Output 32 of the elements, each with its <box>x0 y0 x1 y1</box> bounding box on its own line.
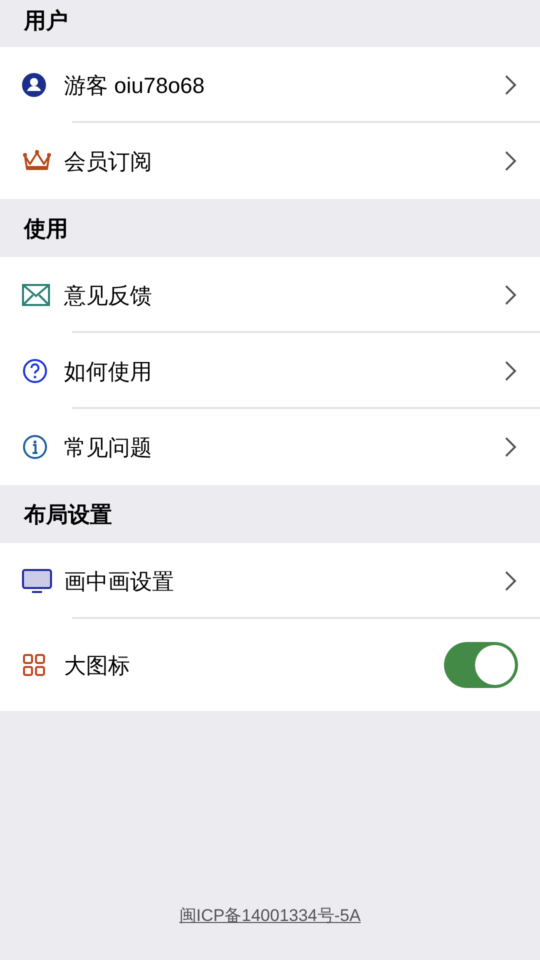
row-label: 如何使用 <box>64 358 153 386</box>
row-label: 画中画设置 <box>64 568 175 596</box>
section-header: 使用 <box>24 214 68 242</box>
chevron-right-icon <box>504 436 518 458</box>
settings-row[interactable]: 会员订阅 <box>0 123 540 199</box>
user-icon <box>22 73 46 97</box>
toggle-switch[interactable] <box>444 642 518 688</box>
chevron-right-icon <box>504 284 518 306</box>
chevron-right-icon <box>504 74 518 96</box>
row-label: 常见问题 <box>64 434 153 462</box>
question-icon <box>22 358 48 384</box>
settings-row[interactable]: 如何使用 <box>0 333 540 409</box>
chevron-right-icon <box>504 150 518 172</box>
icp-link[interactable]: 闽ICP备14001334号-5A <box>179 903 361 928</box>
row-label: 意见反馈 <box>64 282 153 310</box>
settings-row[interactable]: 常见问题 <box>0 409 540 485</box>
chevron-right-icon <box>504 360 518 382</box>
settings-row[interactable]: 游客 oiu78o68 <box>0 47 540 123</box>
crown-icon <box>22 149 52 173</box>
settings-row[interactable]: 大图标 <box>0 619 540 711</box>
row-label: 会员订阅 <box>64 148 153 176</box>
settings-row[interactable]: 画中画设置 <box>0 543 540 619</box>
section-header: 用户 <box>24 7 68 35</box>
info-icon <box>22 434 48 460</box>
section-header: 布局设置 <box>24 500 112 528</box>
settings-row[interactable]: 意见反馈 <box>0 257 540 333</box>
envelope-icon <box>22 284 50 306</box>
row-label: 大图标 <box>64 652 131 680</box>
grid-icon <box>22 653 46 677</box>
monitor-icon <box>22 569 52 593</box>
row-label: 游客 oiu78o68 <box>64 72 206 100</box>
chevron-right-icon <box>504 570 518 592</box>
